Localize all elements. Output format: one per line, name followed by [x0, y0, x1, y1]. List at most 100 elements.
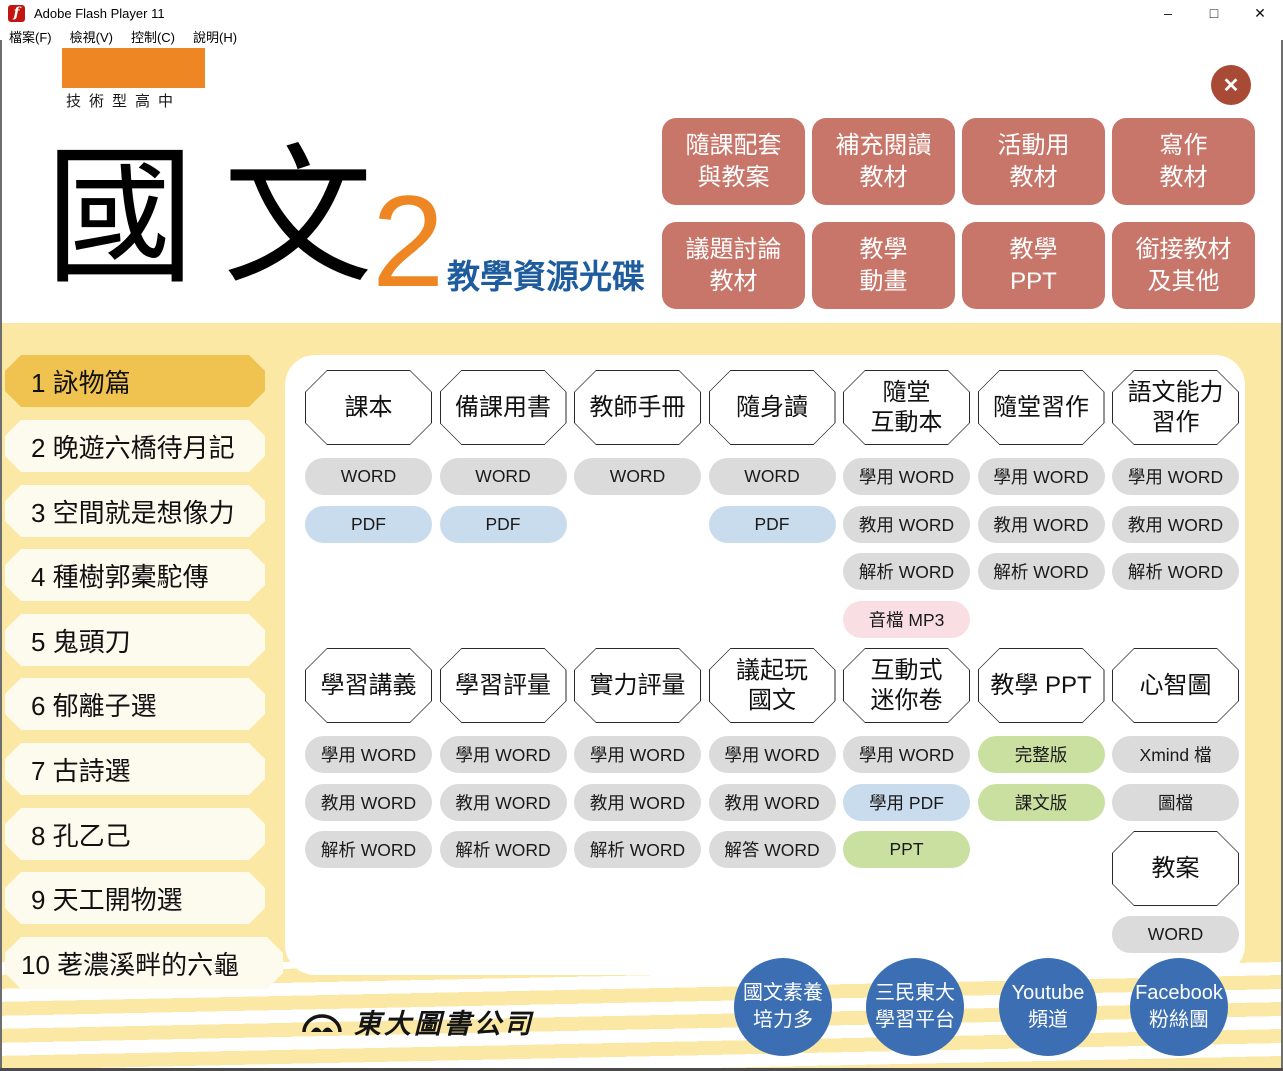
flash-player-icon: f — [8, 5, 25, 22]
file-button[interactable]: 解答 WORD — [709, 831, 836, 868]
file-button[interactable]: 教用 WORD — [574, 784, 701, 821]
category-header: 隨堂互動本 — [843, 370, 970, 445]
btn-teaching-animation[interactable]: 教學動畫 — [812, 222, 955, 309]
window-border-left — [0, 40, 2, 1071]
btn-topic-discussion[interactable]: 議題討論教材 — [662, 222, 805, 309]
file-button[interactable]: 學用 WORD — [440, 736, 567, 773]
file-button[interactable]: WORD — [574, 458, 701, 495]
category-header: 教師手冊 — [574, 370, 701, 445]
sidebar-item-9[interactable]: 9 天工開物選 — [5, 872, 265, 924]
file-button[interactable]: 學用 WORD — [574, 736, 701, 773]
file-button[interactable]: PDF — [440, 506, 567, 543]
minimize-button[interactable]: – — [1145, 0, 1191, 26]
file-button[interactable]: 圖檔 — [1112, 784, 1239, 821]
btn-writing-materials[interactable]: 寫作教材 — [1112, 118, 1255, 205]
file-button[interactable]: 學用 WORD — [709, 736, 836, 773]
file-button[interactable]: 學用 WORD — [1112, 458, 1239, 495]
file-button[interactable]: 教用 WORD — [1112, 506, 1239, 543]
link-literacy-platform[interactable]: 國文素養培力多 — [734, 958, 832, 1056]
file-button[interactable]: 音檔 MP3 — [843, 601, 970, 638]
category-study-assessment: 學習評量 學用 WORD 教用 WORD 解析 WORD — [440, 648, 567, 964]
publisher-mark: 東大圖書公司 — [300, 1002, 534, 1041]
menu-control[interactable]: 控制(C) — [131, 27, 175, 46]
btn-bridging-materials[interactable]: 銜接教材及其他 — [1112, 222, 1255, 309]
category-study-handout: 學習講義 學用 WORD 教用 WORD 解析 WORD — [305, 648, 432, 964]
window-title: Adobe Flash Player 11 — [34, 6, 165, 21]
menu-help[interactable]: 說明(H) — [193, 27, 237, 46]
sidebar-item-7[interactable]: 7 古詩選 — [5, 743, 265, 795]
category-interactive-mini-quiz: 互動式迷你卷 學用 WORD 學用 PDF PPT — [843, 648, 970, 964]
file-button[interactable]: 學用 PDF — [843, 784, 970, 821]
btn-lesson-package-and-plans[interactable]: 隨課配套與教案 — [662, 118, 805, 205]
btn-teaching-ppt[interactable]: 教學PPT — [962, 222, 1105, 309]
sidebar-item-10[interactable]: 10 荖濃溪畔的六龜 — [5, 937, 283, 989]
sidebar-item-3[interactable]: 3 空間就是想像力 — [5, 485, 265, 537]
category-proficiency-assessment: 實力評量 學用 WORD 教用 WORD 解析 WORD — [574, 648, 701, 964]
category-header: 實力評量 — [574, 648, 701, 723]
close-button[interactable]: ✕ — [1211, 65, 1251, 105]
file-button[interactable]: 學用 WORD — [305, 736, 432, 773]
sidebar-item-5[interactable]: 5 鬼頭刀 — [5, 614, 265, 666]
menu-bar: 檔案(F) 檢視(V) 控制(C) 說明(H) — [0, 26, 1283, 47]
category-header: 備課用書 — [440, 370, 567, 445]
btn-supplementary-reading[interactable]: 補充閱讀教材 — [812, 118, 955, 205]
category-header: 心智圖 — [1112, 648, 1239, 723]
window-close-button[interactable]: ✕ — [1237, 0, 1283, 26]
category-header: 學習講義 — [305, 648, 432, 723]
sidebar-item-8[interactable]: 8 孔乙己 — [5, 808, 265, 860]
sidebar-item-6[interactable]: 6 郁離子選 — [5, 678, 265, 730]
category-header: 隨身讀 — [709, 370, 836, 445]
menu-file[interactable]: 檔案(F) — [9, 27, 52, 46]
category-fun-chinese: 議起玩國文 學用 WORD 教用 WORD 解答 WORD — [709, 648, 836, 964]
file-button[interactable]: PDF — [709, 506, 836, 543]
file-button[interactable]: 教用 WORD — [305, 784, 432, 821]
file-button[interactable]: PPT — [843, 831, 970, 868]
title-bar: f Adobe Flash Player 11 – □ ✕ — [0, 0, 1283, 26]
link-youtube-channel[interactable]: Youtube頻道 — [999, 958, 1097, 1056]
file-button[interactable]: 教用 WORD — [440, 784, 567, 821]
maximize-button[interactable]: □ — [1191, 0, 1237, 26]
category-header: 教學 PPT — [978, 648, 1105, 723]
file-button[interactable]: 課文版 — [978, 784, 1105, 821]
file-button[interactable]: WORD — [305, 458, 432, 495]
file-button[interactable]: 教用 WORD — [978, 506, 1105, 543]
window-controls: – □ ✕ — [1145, 0, 1283, 26]
resource-group-1: 課本 WORD PDF 備課用書 WORD PDF 教師手冊 WORD 隨身讀 … — [305, 370, 1247, 648]
sidebar-item-1[interactable]: 1 詠物篇 — [5, 355, 265, 407]
file-button[interactable]: PDF — [305, 506, 432, 543]
file-button[interactable]: 完整版 — [978, 736, 1105, 773]
category-header: 議起玩國文 — [709, 648, 836, 723]
link-facebook-fanpage[interactable]: Facebook粉絲團 — [1130, 958, 1228, 1056]
file-button[interactable]: 學用 WORD — [843, 736, 970, 773]
file-button[interactable]: 解析 WORD — [843, 553, 970, 590]
file-button[interactable]: Xmind 檔 — [1112, 736, 1239, 773]
file-button[interactable]: WORD — [440, 458, 567, 495]
file-button[interactable]: 教用 WORD — [843, 506, 970, 543]
category-header: 互動式迷你卷 — [843, 648, 970, 723]
file-button[interactable]: 解析 WORD — [1112, 553, 1239, 590]
category-class-workbook: 隨堂習作 學用 WORD 教用 WORD 解析 WORD — [978, 370, 1105, 648]
file-button[interactable]: 學用 WORD — [978, 458, 1105, 495]
file-button[interactable]: 解析 WORD — [978, 553, 1105, 590]
file-button[interactable]: 學用 WORD — [843, 458, 970, 495]
file-button[interactable]: 解析 WORD — [305, 831, 432, 868]
content-panel: 課本 WORD PDF 備課用書 WORD PDF 教師手冊 WORD 隨身讀 … — [285, 355, 1245, 975]
publisher-logo-block — [62, 48, 205, 88]
category-header: 學習評量 — [440, 648, 567, 723]
category-textbook: 課本 WORD PDF — [305, 370, 432, 648]
file-button[interactable]: 解析 WORD — [574, 831, 701, 868]
sidebar-item-4[interactable]: 4 種樹郭橐駝傳 — [5, 549, 265, 601]
file-button[interactable]: 解析 WORD — [440, 831, 567, 868]
close-icon: ✕ — [1223, 73, 1240, 98]
category-language-ability-workbook: 語文能力習作 學用 WORD 教用 WORD 解析 WORD — [1112, 370, 1239, 648]
category-lesson-plan: 教案 — [1112, 831, 1239, 906]
file-button[interactable]: WORD — [1112, 916, 1239, 953]
file-button[interactable]: 教用 WORD — [709, 784, 836, 821]
btn-activity-materials[interactable]: 活動用教材 — [962, 118, 1105, 205]
menu-view[interactable]: 檢視(V) — [70, 27, 113, 46]
link-sanmin-learning-platform[interactable]: 三民東大學習平台 — [866, 958, 964, 1056]
category-lesson-prep-book: 備課用書 WORD PDF — [440, 370, 567, 648]
sidebar-item-2[interactable]: 2 晚遊六橋待月記 — [5, 420, 265, 472]
file-button[interactable]: WORD — [709, 458, 836, 495]
publisher-name: 東大圖書公司 — [354, 1002, 534, 1041]
